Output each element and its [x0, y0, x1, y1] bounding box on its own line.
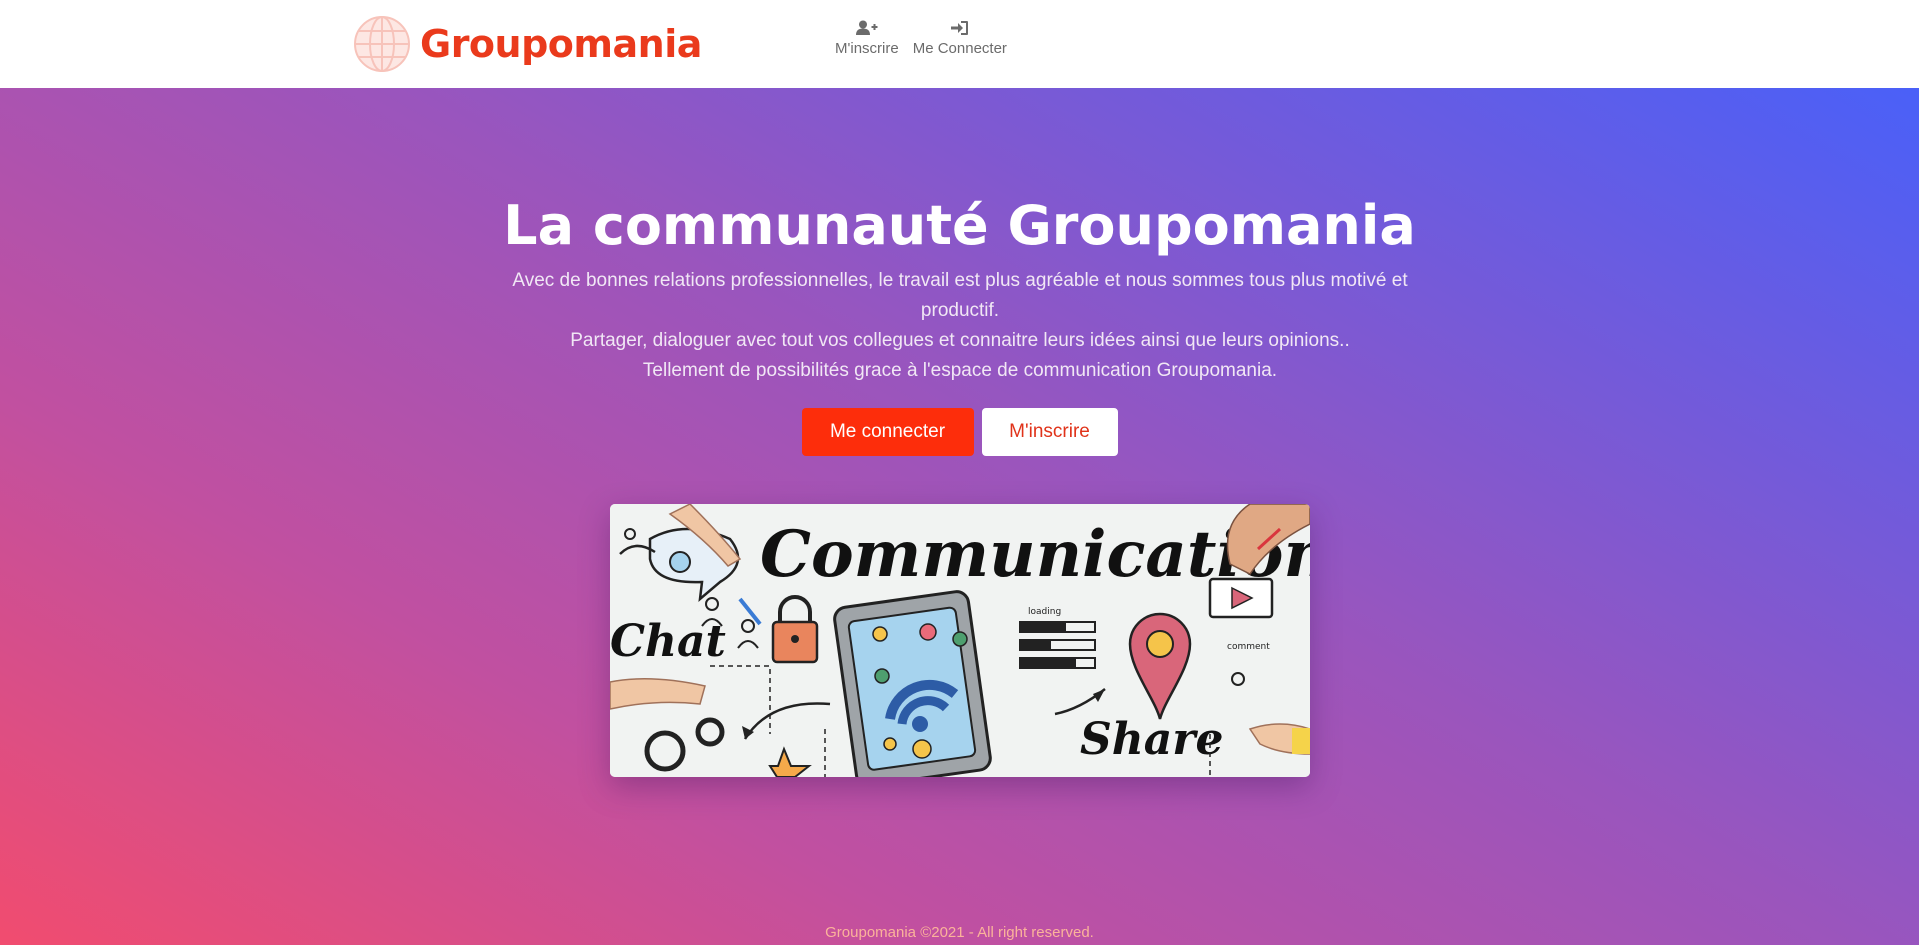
hero-section: La communauté Groupomania Avec de bonnes… [0, 88, 1919, 945]
hero-title: La communauté Groupomania [503, 194, 1416, 257]
illustration-word-chat: Chat [610, 616, 726, 667]
nav-login-label: Me Connecter [912, 40, 1007, 57]
nav-signup-link[interactable]: M'inscrire [835, 20, 899, 57]
brand-logo-link[interactable]: Groupomania [352, 14, 702, 74]
hero-line-1: Avec de bonnes relations professionnelle… [512, 270, 1408, 321]
illustration-word-loading: loading [1028, 607, 1061, 617]
illustration-word-share: Share [1080, 714, 1223, 765]
illustration-word-comment: comment [1227, 642, 1270, 652]
globe-icon [352, 14, 412, 74]
hero-actions: Me connecter M'inscrire [0, 408, 1919, 456]
footer-copyright: Groupomania ©2021 - All right reserved. [825, 924, 1094, 941]
nav-login-link[interactable]: Me Connecter [913, 20, 1007, 57]
sign-in-icon [950, 20, 969, 40]
signup-button[interactable]: M'inscrire [981, 408, 1118, 456]
user-plus-icon [855, 20, 878, 40]
login-button[interactable]: Me connecter [801, 408, 974, 456]
tablet-icon [833, 590, 992, 777]
navbar: Groupomania M'inscrire Me Connecter [0, 0, 1919, 88]
hero-line-2: Partager, dialoguer avec tout vos colleg… [570, 330, 1350, 351]
nav-links: M'inscrire Me Connecter [835, 20, 1007, 57]
nav-signup-label: M'inscrire [835, 40, 899, 57]
communication-illustration: Communication Chat Share loading comment [610, 504, 1310, 777]
brand-name: Groupomania [420, 22, 702, 66]
hero-line-3: Tellement de possibilités grace à l'espa… [642, 360, 1278, 381]
hero-description: Avec de bonnes relations professionnelle… [510, 266, 1410, 386]
video-play-icon [1208, 577, 1274, 619]
